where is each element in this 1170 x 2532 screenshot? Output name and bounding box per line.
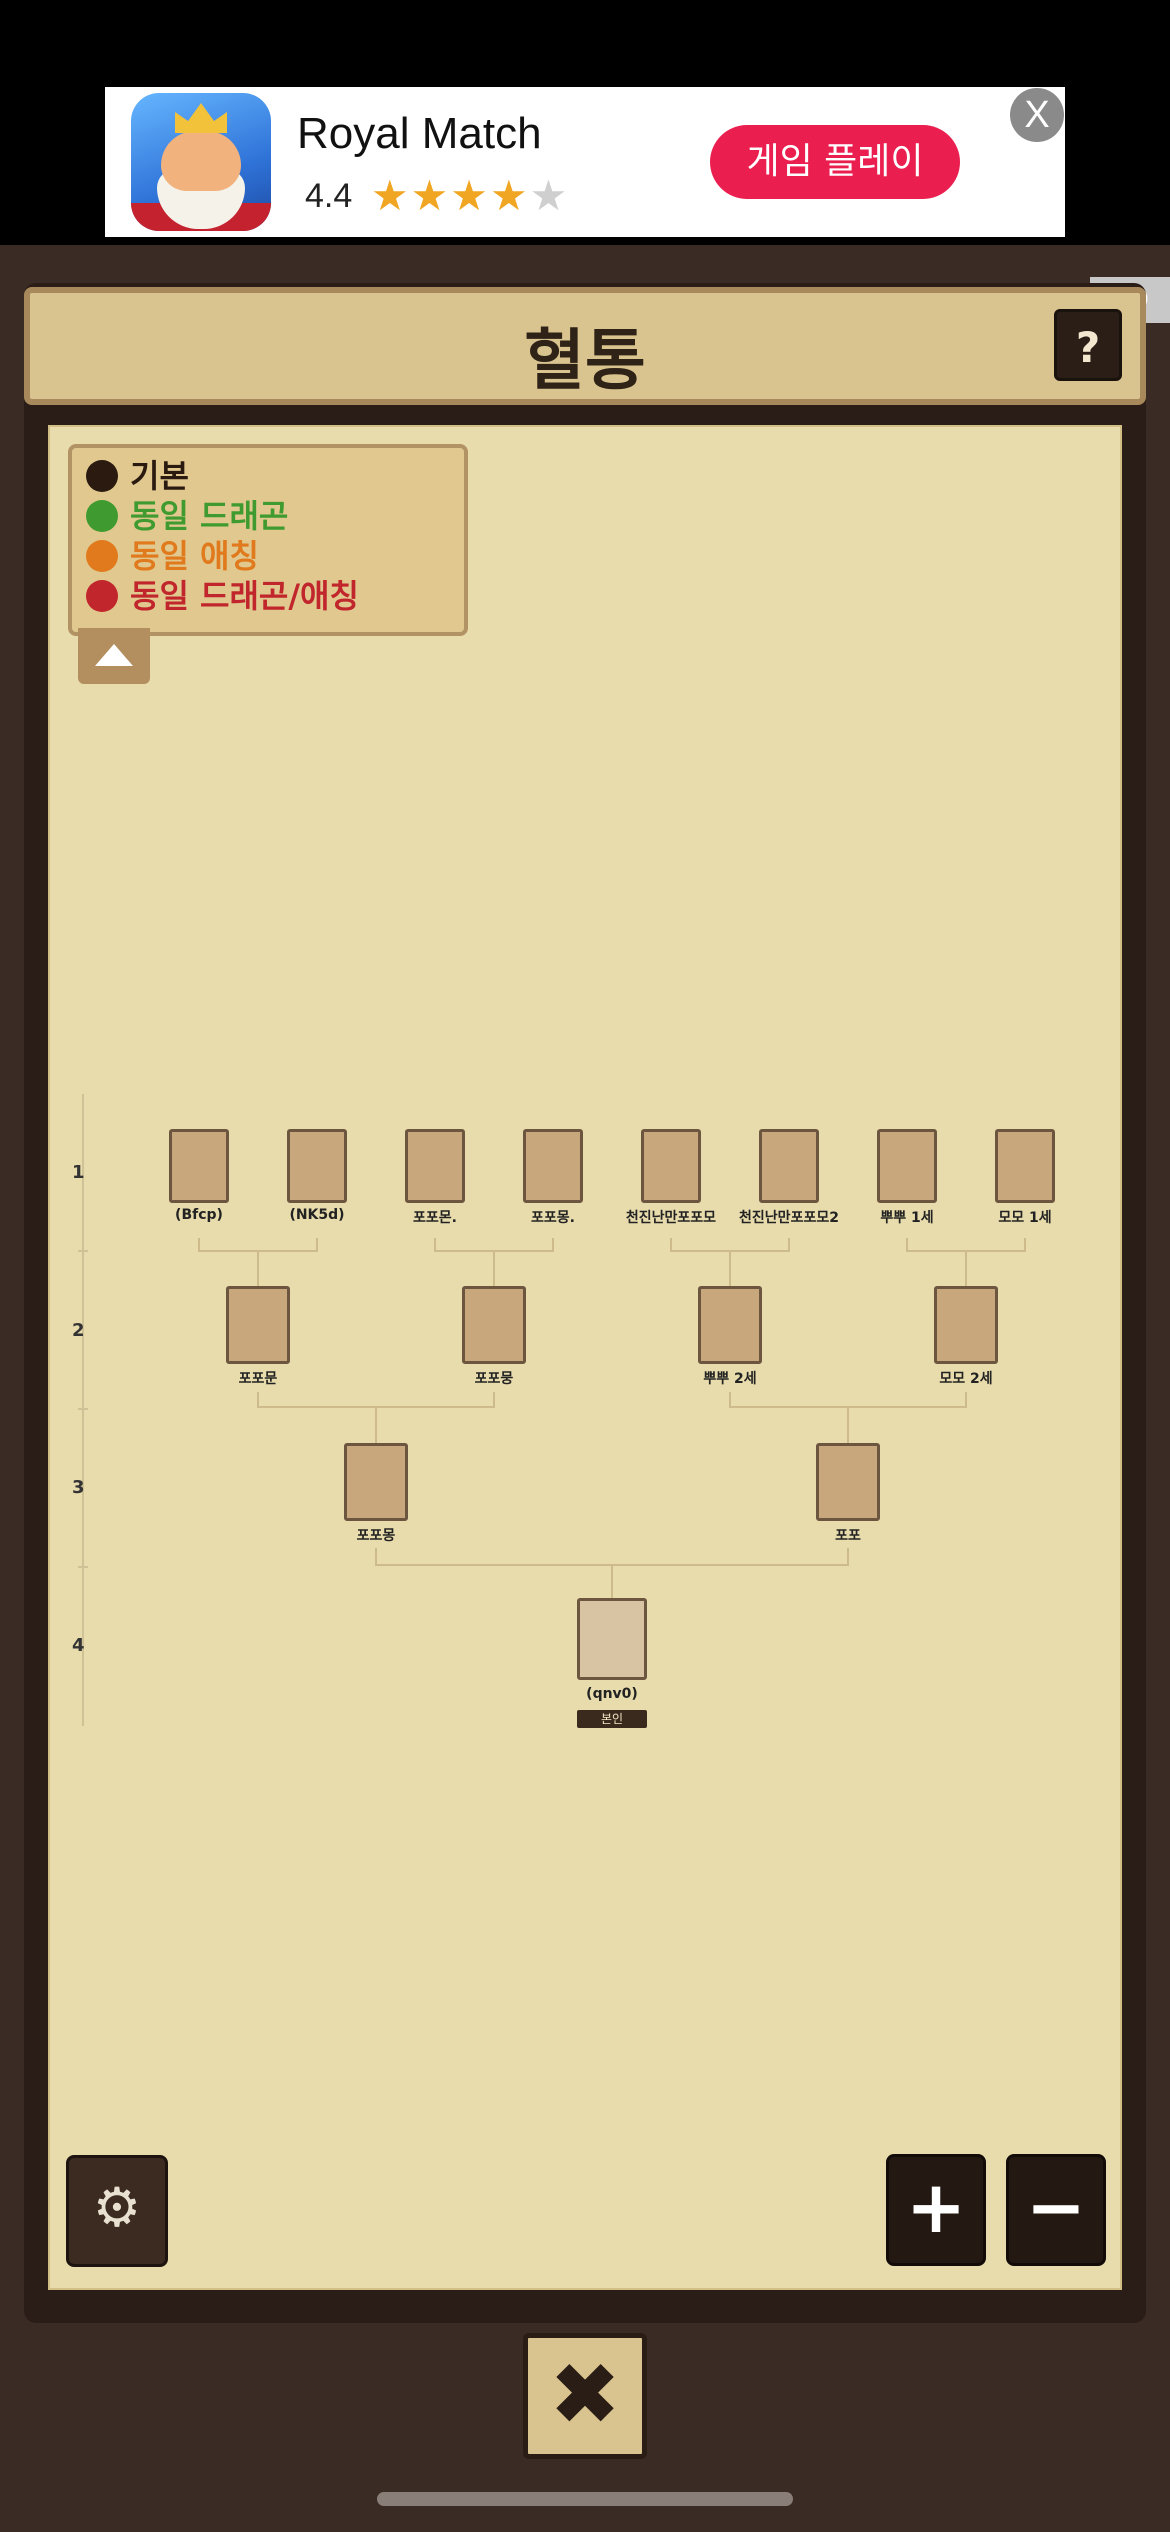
close-button[interactable]: ✖	[523, 2333, 647, 2459]
legend-item-same-nickname: 동일 애칭	[86, 538, 259, 574]
dragon-name: (qnv0)	[586, 1686, 638, 1702]
legend-item-basic: 기본	[86, 458, 189, 494]
dragon-name: 포포몬.	[413, 1210, 457, 1226]
dragon-portrait-icon	[995, 1129, 1055, 1203]
dragon-portrait-icon	[462, 1286, 526, 1364]
ad-rating: 4.4	[305, 177, 353, 215]
generation-axis	[82, 1094, 84, 1726]
ad-title: Royal Match	[297, 109, 542, 158]
dot-icon	[86, 460, 118, 492]
dragon-name: (NK5d)	[289, 1207, 345, 1223]
dragon-name: 포포	[835, 1528, 861, 1544]
ad-close-button[interactable]: X	[1010, 88, 1064, 142]
dragon-portrait-icon	[405, 1129, 465, 1203]
dot-icon	[86, 580, 118, 612]
dragon-name: 천진난만포포모2	[739, 1210, 839, 1226]
dragon-name: (Bfcp)	[175, 1207, 223, 1223]
generation-label: 3	[72, 1477, 85, 1498]
legend-collapse-button[interactable]	[78, 628, 150, 684]
dragon-name: 포포몽	[356, 1528, 396, 1544]
dragon-portrait-icon	[877, 1129, 937, 1203]
dragon-name: 포포문	[238, 1371, 278, 1387]
dragon-portrait-icon	[934, 1286, 998, 1364]
dragon-portrait-icon	[344, 1443, 408, 1521]
self-badge: 본인	[577, 1710, 647, 1728]
dragon-name: 포포몽.	[531, 1210, 575, 1226]
panel-header: 혈통	[24, 287, 1146, 405]
dragon-name: 뿌뿌 2세	[703, 1371, 757, 1387]
dragon-egg-portrait-icon	[577, 1598, 647, 1680]
dragon-portrait-icon	[698, 1286, 762, 1364]
dragon-portrait-icon	[523, 1129, 583, 1203]
legend-item-same-dragon-nickname: 동일 드래곤/애칭	[86, 578, 359, 614]
legend-item-same-dragon: 동일 드래곤	[86, 498, 288, 534]
dragon-name: 모모 2세	[939, 1371, 993, 1387]
generation-label: 4	[72, 1635, 85, 1656]
ad-banner[interactable]: Royal Match 4.4 ★★★★★ 게임 플레이 AD	[105, 87, 1170, 323]
dragon-name: 모모 1세	[998, 1210, 1052, 1226]
dot-icon	[86, 540, 118, 572]
settings-button[interactable]: ⚙	[66, 2155, 168, 2267]
zoom-out-button[interactable]: −	[1006, 2154, 1106, 2266]
dragon-name: 뿌뿌 1세	[880, 1210, 934, 1226]
dragon-name: 천진난만포포모	[625, 1210, 717, 1226]
legend-box: 기본 동일 드래곤 동일 애칭 동일 드래곤/애칭	[68, 444, 468, 636]
dragon-portrait-icon	[816, 1443, 880, 1521]
help-button[interactable]: ?	[1054, 309, 1122, 381]
home-indicator[interactable]	[377, 2492, 793, 2506]
ad-play-button[interactable]: 게임 플레이	[710, 125, 960, 199]
gear-icon: ⚙	[92, 2176, 142, 2239]
generation-label: 2	[72, 1320, 85, 1341]
dragon-portrait-icon	[226, 1286, 290, 1364]
royal-match-app-icon	[131, 93, 271, 231]
dragon-portrait-icon	[641, 1129, 701, 1203]
dragon-name: 포포뭉	[474, 1371, 514, 1387]
star-rating-icon: ★★★★★	[371, 171, 570, 220]
dot-icon	[86, 500, 118, 532]
dragon-portrait-icon	[287, 1129, 347, 1203]
zoom-in-button[interactable]: +	[886, 2154, 986, 2266]
dragon-portrait-icon	[169, 1129, 229, 1203]
dragon-portrait-icon	[759, 1129, 819, 1203]
generation-label: 1	[72, 1162, 85, 1183]
page-title: 혈통	[524, 322, 646, 399]
